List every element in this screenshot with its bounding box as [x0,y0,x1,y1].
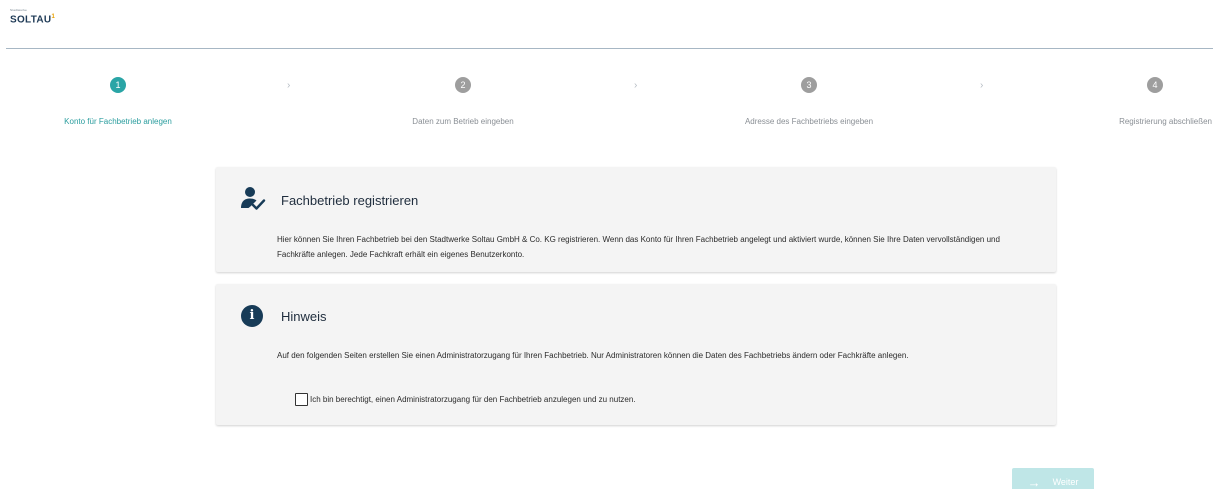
register-card: Fachbetrieb registrieren Hier können Sie… [216,167,1056,272]
step-3-label: Adresse des Fachbetriebs eingeben [744,117,874,126]
hint-card-text: Auf den folgenden Seiten erstellen Sie e… [277,351,909,360]
logo-wordmark: SOLTAU1 [10,14,56,26]
step-separator-chevron-icon: › [980,80,984,91]
hint-card-title: Hinweis [281,309,327,324]
step-2-number: 2 [455,77,471,93]
step-1: 1 Konto für Fachbetrieb anlegen [8,77,228,126]
step-4-number: 4 [1147,77,1163,93]
admin-consent-label[interactable]: Ich bin berechtigt, einen Administratorz… [310,395,636,404]
next-button-label: Weiter [1052,477,1079,487]
next-button[interactable]: → Weiter [1012,468,1094,489]
step-separator-chevron-icon: › [634,80,638,91]
admin-consent-checkbox[interactable] [295,393,308,406]
register-card-title: Fachbetrieb registrieren [281,193,419,208]
header-divider [6,48,1213,49]
step-separator-chevron-icon: › [287,80,291,91]
logo-mark: 1 [51,14,56,20]
admin-consent-row[interactable]: Ich bin berechtigt, einen Administratorz… [295,393,636,406]
info-icon: i [241,305,267,331]
arrow-right-icon: → [1027,474,1041,489]
step-1-number: 1 [110,77,126,93]
hint-card: i Hinweis Auf den folgenden Seiten erste… [216,284,1056,425]
step-1-label: Konto für Fachbetrieb anlegen [64,117,172,126]
step-3-number: 3 [801,77,817,93]
info-icon-glyph: i [241,305,263,327]
step-4: 4 Registrierung abschließen [1045,77,1213,126]
step-4-label: Registrierung abschließen [1119,117,1212,126]
logo[interactable]: Stadtwerke SOLTAU1 [10,8,55,25]
register-card-text: Hier können Sie Ihren Fachbetrieb bei de… [277,235,1000,259]
step-3: 3 Adresse des Fachbetriebs eingeben [699,77,919,126]
user-check-icon [241,187,266,210]
step-2: 2 Daten zum Betrieb eingeben [353,77,573,126]
step-2-label: Daten zum Betrieb eingeben [412,117,514,126]
